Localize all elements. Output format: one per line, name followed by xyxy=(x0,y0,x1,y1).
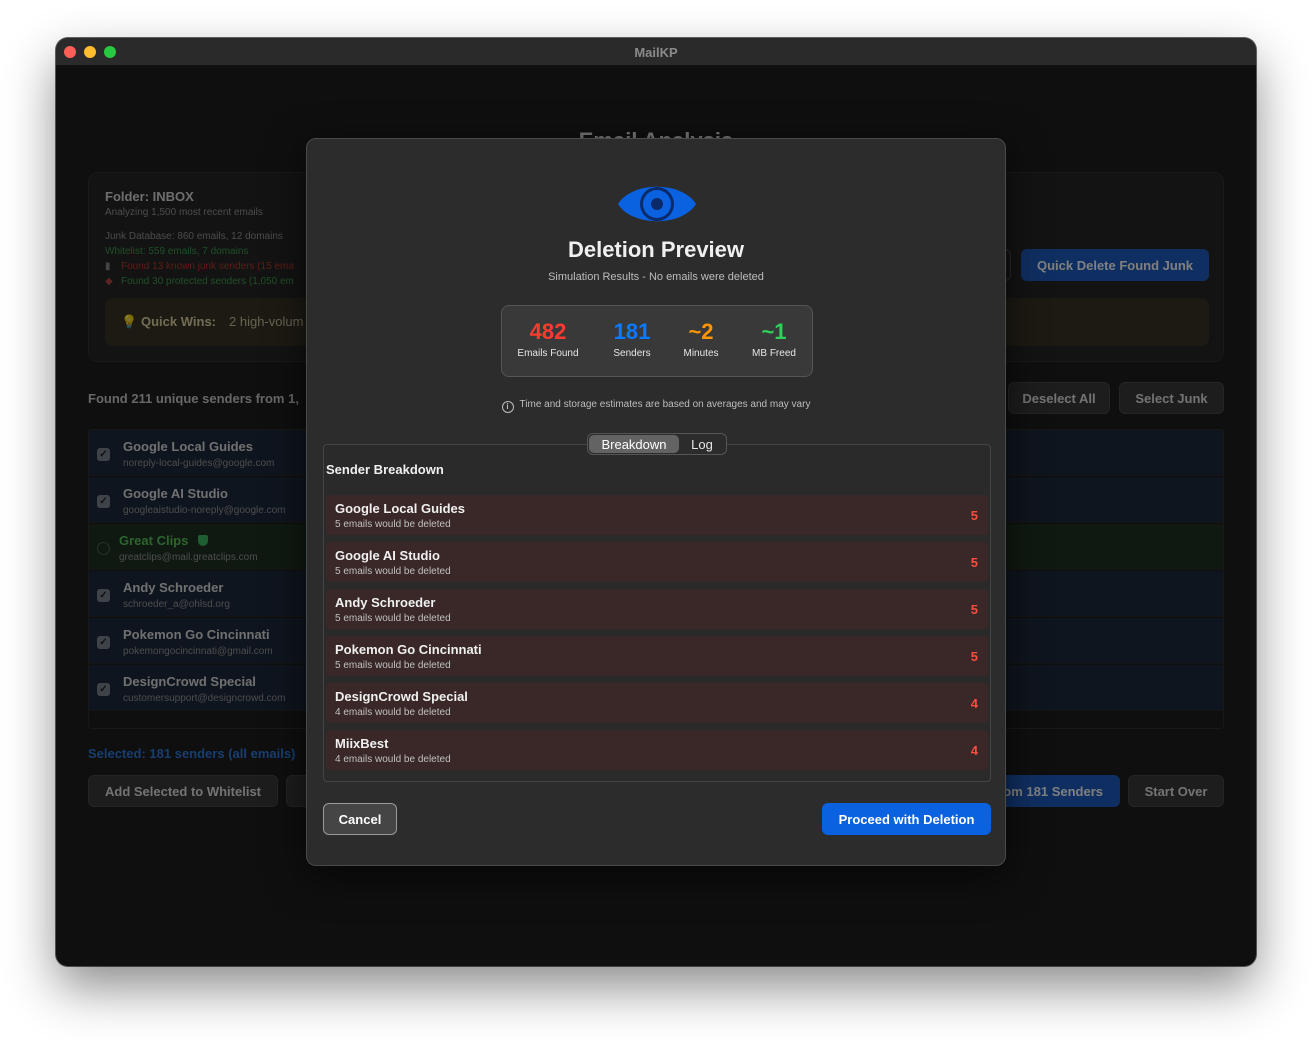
breakdown-row: Google AI Studio 5 emails would be delet… xyxy=(326,542,988,582)
title-bar: MailKP xyxy=(56,38,1256,66)
stat-label: Senders xyxy=(613,348,651,359)
breakdown-sender-name: Andy Schroeder xyxy=(335,595,436,610)
breakdown-sender-name: Google AI Studio xyxy=(335,548,440,563)
emails-found-stat: 482 Emails Found xyxy=(516,319,580,360)
breakdown-row: Andy Schroeder 5 emails would be deleted… xyxy=(326,589,988,629)
breakdown-count: 5 xyxy=(970,602,978,617)
tab-log[interactable]: Log xyxy=(679,435,725,453)
senders-stat: 181 Senders xyxy=(606,319,658,360)
dialog-title: Deletion Preview xyxy=(567,237,745,262)
breakdown-sender-detail: 5 emails would be deleted xyxy=(335,660,451,671)
proceed-with-deletion-button[interactable]: Proceed with Deletion xyxy=(822,803,991,835)
stat-value: 482 xyxy=(529,319,567,344)
minutes-stat: ~2 Minutes xyxy=(678,319,724,360)
breakdown-sender-name: Pokemon Go Cincinnati xyxy=(335,642,482,657)
breakdown-sender-detail: 4 emails would be deleted xyxy=(335,754,451,765)
panel-title: Sender Breakdown xyxy=(326,462,444,477)
breakdown-sender-name: MiixBest xyxy=(335,736,389,751)
breakdown-sender-detail: 5 emails would be deleted xyxy=(335,613,451,624)
breakdown-count: 4 xyxy=(970,743,978,758)
view-segmented-control: Breakdown Log xyxy=(587,433,727,455)
breakdown-row: Pokemon Go Cincinnati 5 emails would be … xyxy=(326,636,988,676)
breakdown-row: MiixBest 4 emails would be deleted 4 xyxy=(326,730,988,770)
stat-value: ~1 xyxy=(761,319,787,344)
breakdown-sender-detail: 4 emails would be deleted xyxy=(335,707,451,718)
app-window: MailKP Email Analysis Folder: INBOX Anal… xyxy=(56,38,1256,966)
breakdown-count: 5 xyxy=(970,649,978,664)
breakdown-panel: Sender Breakdown Google Local Guides 5 e… xyxy=(323,444,991,782)
stats-summary: 482 Emails Found 181 Senders ~2 Minutes … xyxy=(501,305,813,377)
eye-icon xyxy=(618,186,696,222)
breakdown-row: DesignCrowd Special 4 emails would be de… xyxy=(326,683,988,723)
breakdown-sender-name: DesignCrowd Special xyxy=(335,689,468,704)
breakdown-count: 5 xyxy=(970,555,978,570)
mb-freed-stat: ~1 MB Freed xyxy=(746,319,802,360)
window-title: MailKP xyxy=(634,45,678,60)
breakdown-sender-name: Google Local Guides xyxy=(335,501,466,516)
breakdown-sender-detail: 5 emails would be deleted xyxy=(335,566,451,577)
stat-label: MB Freed xyxy=(752,348,796,359)
tab-breakdown[interactable]: Breakdown xyxy=(589,435,679,453)
breakdown-count: 4 xyxy=(970,696,978,711)
deletion-preview-dialog: Deletion Preview Simulation Results - No… xyxy=(306,138,1006,866)
stat-value: ~2 xyxy=(688,319,714,344)
breakdown-row: Google Local Guides 5 emails would be de… xyxy=(326,495,988,535)
breakdown-count: 5 xyxy=(970,508,978,523)
dialog-subtitle: Simulation Results - No emails were dele… xyxy=(548,271,764,283)
cancel-button[interactable]: Cancel xyxy=(323,803,397,835)
estimate-note: i Time and storage estimates are based on… xyxy=(307,399,1005,413)
breakdown-sender-detail: 5 emails would be deleted xyxy=(335,519,451,530)
stat-label: Emails Found xyxy=(517,348,579,359)
stat-value: 181 xyxy=(613,319,651,344)
stat-label: Minutes xyxy=(683,348,719,359)
info-icon: i xyxy=(501,401,514,413)
